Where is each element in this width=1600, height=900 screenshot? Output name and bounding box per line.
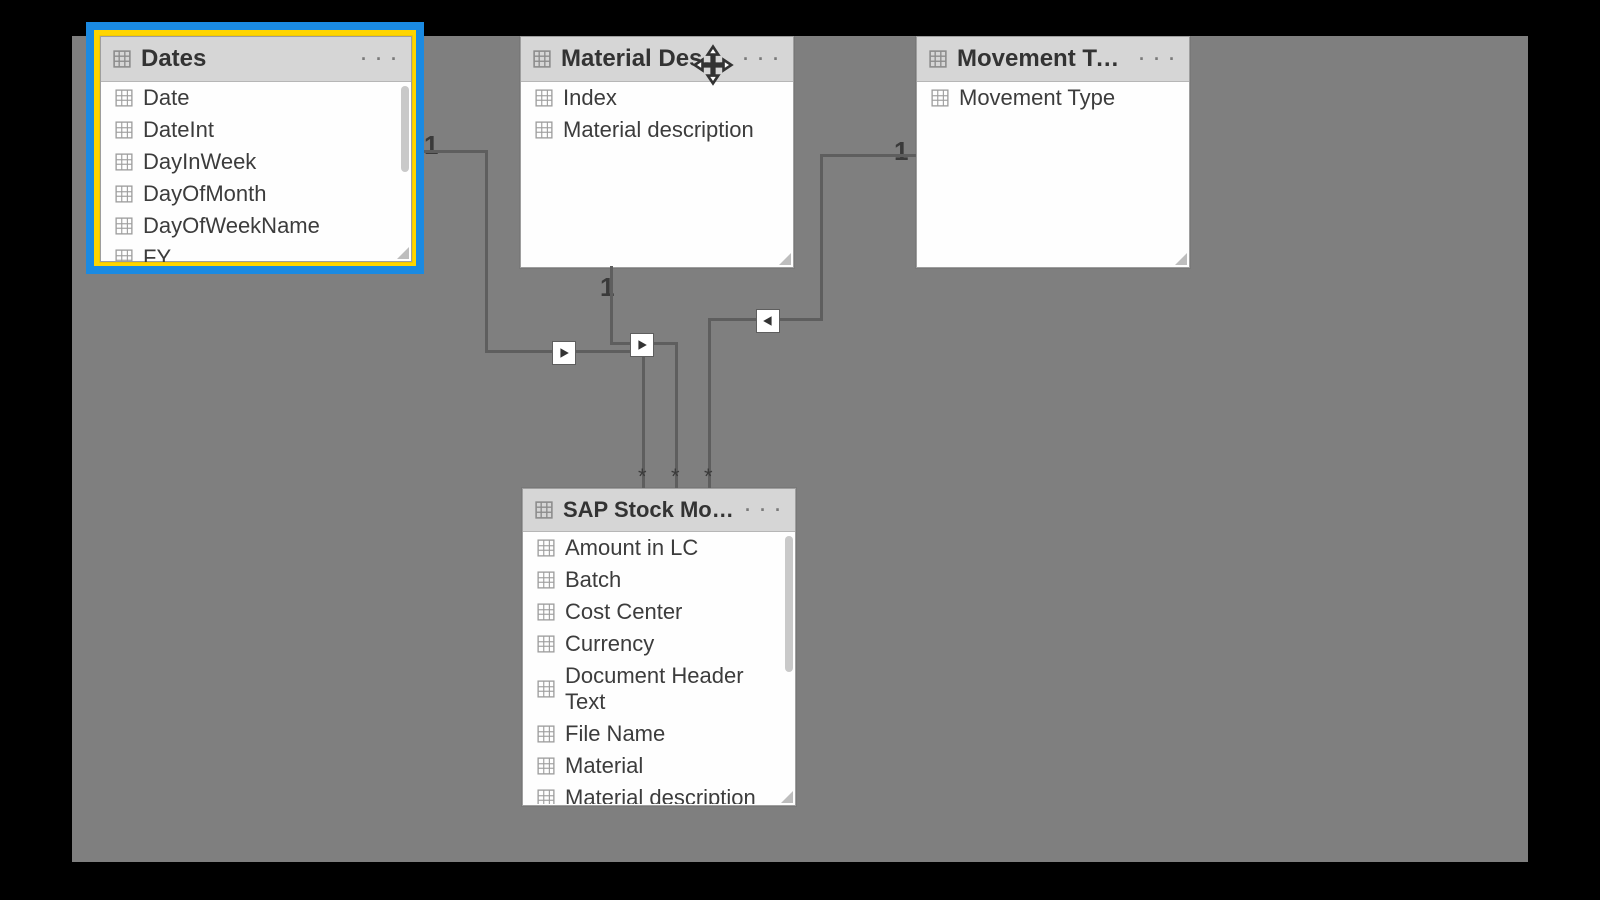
field-label: Amount in LC	[565, 535, 698, 561]
entity-title: Movement Types	[957, 45, 1129, 73]
entity-header[interactable]: SAP Stock Movements · · ·	[523, 489, 795, 532]
column-icon	[115, 121, 133, 139]
field-label: Document Header Text	[565, 663, 781, 715]
relationship-line[interactable]	[820, 154, 916, 157]
column-icon	[537, 680, 555, 698]
column-icon	[537, 635, 555, 653]
column-icon	[535, 121, 553, 139]
entity-menu-icon[interactable]: · · ·	[361, 49, 399, 70]
field-row[interactable]: Index	[521, 82, 793, 114]
field-label: Movement Type	[959, 85, 1115, 111]
field-row[interactable]: File Name	[523, 718, 795, 750]
entity-menu-icon[interactable]: · · ·	[745, 500, 783, 521]
column-icon	[537, 789, 555, 804]
field-label: Currency	[565, 631, 654, 657]
cardinality-many: *	[638, 464, 647, 490]
field-label: Cost Center	[565, 599, 682, 625]
entity-menu-icon[interactable]: · · ·	[743, 49, 781, 70]
field-row[interactable]: Material description	[523, 782, 795, 804]
field-row[interactable]: DateInt	[101, 114, 411, 146]
field-label: Material	[565, 753, 643, 779]
resize-grip[interactable]	[779, 253, 791, 265]
column-icon	[537, 603, 555, 621]
column-icon	[115, 249, 133, 262]
scrollbar[interactable]	[785, 536, 793, 672]
table-icon	[113, 50, 131, 68]
filter-direction-arrow-left	[756, 309, 780, 333]
field-row[interactable]: Document Header Text	[523, 660, 795, 718]
field-row[interactable]: Material	[523, 750, 795, 782]
entity-fields: Movement Type	[917, 82, 1189, 268]
resize-grip[interactable]	[397, 247, 409, 259]
field-label: DayInWeek	[143, 149, 256, 175]
relationship-line[interactable]	[708, 318, 711, 488]
filter-direction-arrow-right	[630, 333, 654, 357]
field-row[interactable]: DayInWeek	[101, 146, 411, 178]
field-row[interactable]: Movement Type	[917, 82, 1189, 114]
relationship-line[interactable]	[424, 150, 488, 153]
column-icon	[537, 757, 555, 775]
field-label: Index	[563, 85, 617, 111]
field-row[interactable]: Cost Center	[523, 596, 795, 628]
field-row[interactable]: Amount in LC	[523, 532, 795, 564]
field-row[interactable]: DayOfMonth	[101, 178, 411, 210]
cardinality-many: *	[671, 464, 680, 490]
relationship-line[interactable]	[485, 150, 488, 352]
field-row[interactable]: Date	[101, 82, 411, 114]
column-icon	[537, 725, 555, 743]
relationship-line[interactable]	[820, 154, 823, 320]
field-row[interactable]: Currency	[523, 628, 795, 660]
column-icon	[931, 89, 949, 107]
column-icon	[115, 89, 133, 107]
field-label: Material description	[565, 785, 756, 804]
filter-direction-arrow-right	[552, 341, 576, 365]
field-label: DayOfMonth	[143, 181, 267, 207]
entity-movement-types[interactable]: Movement Types · · · Movement Type	[916, 36, 1190, 268]
column-icon	[115, 185, 133, 203]
model-canvas[interactable]: Dates · · · Date DateInt DayInWeek DayOf…	[72, 36, 1528, 862]
relationship-line[interactable]	[610, 266, 613, 344]
resize-grip[interactable]	[1175, 253, 1187, 265]
entity-fields: Amount in LC Batch Cost Center Currency …	[523, 532, 795, 804]
table-icon	[533, 50, 551, 68]
entity-fields: Index Material description	[521, 82, 793, 268]
column-icon	[537, 539, 555, 557]
field-label: Batch	[565, 567, 621, 593]
field-label: Material description	[563, 117, 754, 143]
entity-header[interactable]: Dates · · ·	[101, 37, 411, 82]
entity-title: SAP Stock Movements	[563, 497, 735, 523]
scrollbar[interactable]	[401, 86, 409, 172]
entity-header[interactable]: Movement Types · · ·	[917, 37, 1189, 82]
field-row[interactable]: DayOfWeekName	[101, 210, 411, 242]
field-row[interactable]: FY	[101, 242, 411, 262]
entity-fields: Date DateInt DayInWeek DayOfMonth DayOfW…	[101, 82, 411, 262]
field-label: File Name	[565, 721, 665, 747]
field-label: FY	[143, 245, 171, 262]
entity-dates[interactable]: Dates · · · Date DateInt DayInWeek DayOf…	[100, 36, 412, 262]
column-icon	[115, 153, 133, 171]
resize-grip[interactable]	[781, 791, 793, 803]
cardinality-one: 1	[894, 136, 908, 167]
entity-title: Dates	[141, 45, 351, 73]
move-cursor-icon	[692, 44, 734, 86]
field-label: Date	[143, 85, 189, 111]
column-icon	[535, 89, 553, 107]
table-icon	[535, 501, 553, 519]
field-row[interactable]: Batch	[523, 564, 795, 596]
entity-header[interactable]: Material Description · · ·	[521, 37, 793, 82]
field-row[interactable]: Material description	[521, 114, 793, 146]
entity-menu-icon[interactable]: · · ·	[1139, 49, 1177, 70]
entity-sap-stock-movements[interactable]: SAP Stock Movements · · · Amount in LC B…	[522, 488, 796, 806]
table-icon	[929, 50, 947, 68]
entity-material-description[interactable]: Material Description · · · Index Materia…	[520, 36, 794, 268]
column-icon	[537, 571, 555, 589]
field-label: DayOfWeekName	[143, 213, 320, 239]
cardinality-one: 1	[424, 130, 438, 161]
cardinality-many: *	[704, 464, 713, 490]
field-label: DateInt	[143, 117, 214, 143]
column-icon	[115, 217, 133, 235]
